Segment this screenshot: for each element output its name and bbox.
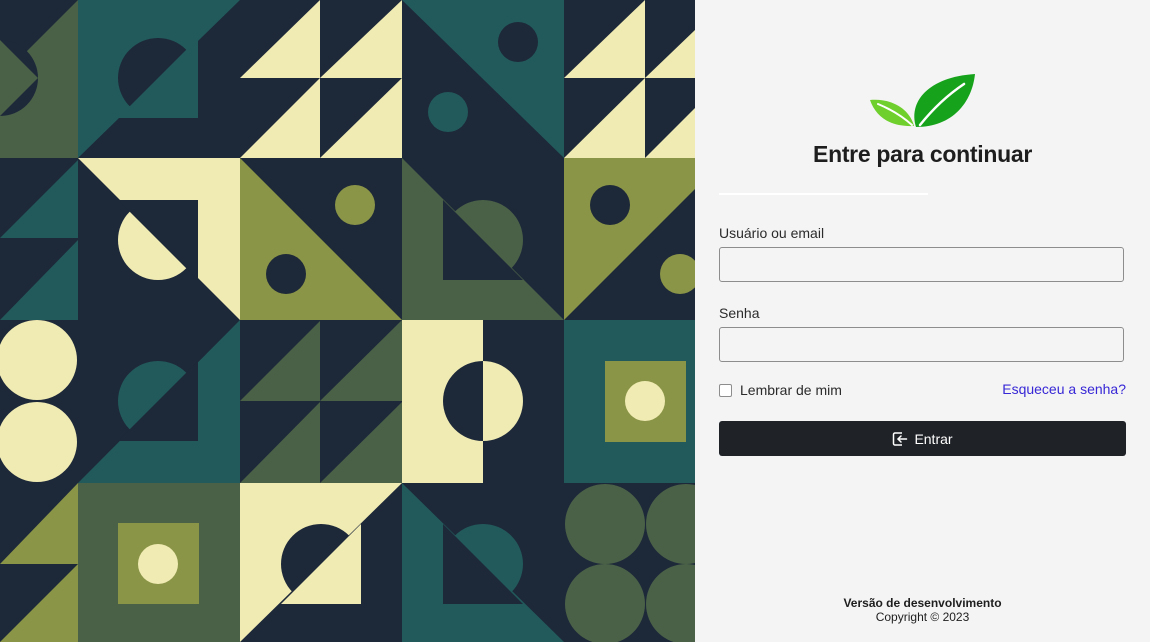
login-button-label: Entrar (914, 430, 953, 447)
password-input[interactable] (719, 327, 1124, 362)
page-title: Entre para continuar (813, 141, 1032, 167)
remember-me-option[interactable]: Lembrar de mim (719, 381, 842, 399)
remember-me-checkbox[interactable] (719, 383, 732, 397)
remember-me-label: Lembrar de mim (740, 382, 842, 398)
geometric-pattern-illustration (0, 0, 695, 642)
login-panel: Entre para continuar Usuário ou email Se… (695, 0, 1150, 642)
title-divider (719, 193, 928, 195)
username-label: Usuário ou email (719, 225, 825, 241)
login-icon (893, 431, 908, 446)
password-label: Senha (719, 305, 760, 321)
copyright-text: Copyright © 2023 (875, 610, 970, 624)
username-input[interactable] (719, 247, 1124, 282)
version-text: Versão de desenvolvimento (843, 596, 1002, 610)
forgot-password-link[interactable]: Esqueceu a senha? (1002, 381, 1126, 397)
footer: Versão de desenvolvimento Copyright © 20… (695, 596, 1150, 624)
login-button[interactable]: Entrar (719, 421, 1126, 456)
leaves-logo-icon (870, 74, 975, 127)
